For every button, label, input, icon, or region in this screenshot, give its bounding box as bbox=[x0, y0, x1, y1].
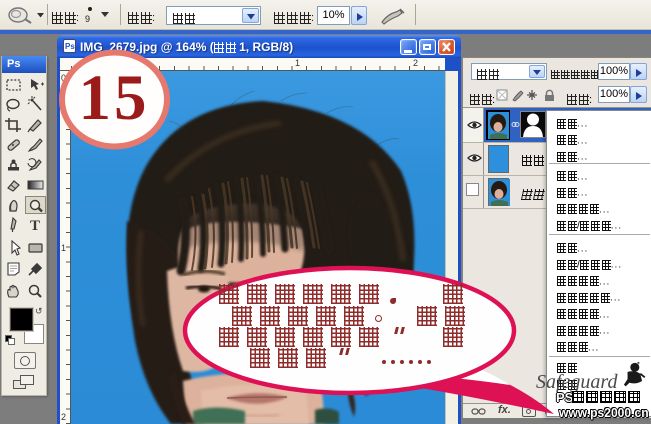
svg-text:15: 15 bbox=[79, 62, 150, 134]
svg-text:T: T bbox=[30, 218, 40, 234]
